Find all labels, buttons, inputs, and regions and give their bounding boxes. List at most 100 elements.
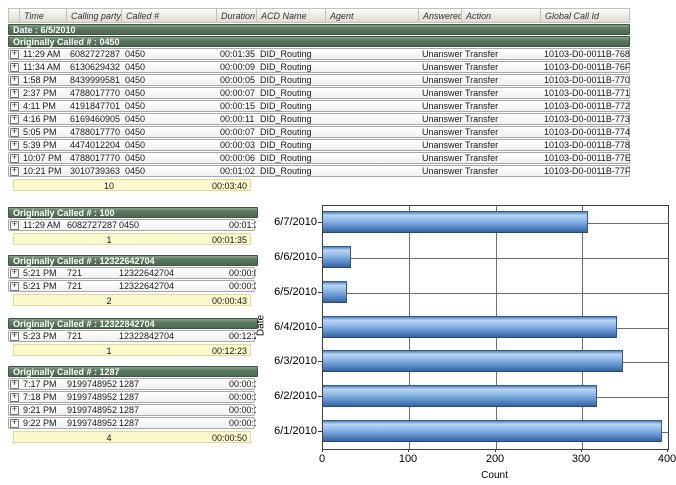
horizontal-gridline: [323, 258, 668, 259]
expand-cell: +: [9, 154, 21, 163]
chart-bar[interactable]: [323, 350, 623, 372]
chart-bar[interactable]: [323, 211, 588, 233]
table-row[interactable]: +5:23 PM7211232284270400:12:23: [8, 330, 255, 342]
cell-time: 9:22 PM: [21, 418, 65, 428]
cell-duration: 00:00:15: [218, 101, 258, 111]
y-axis-tick-mark: [318, 431, 322, 432]
cell-duration: 00:00:11: [218, 114, 258, 124]
x-axis-tick-label: 0: [319, 453, 325, 465]
x-axis-tick-label: 200: [486, 453, 504, 465]
cell-duration: 00:01:35: [227, 220, 256, 230]
chart-bar[interactable]: [323, 246, 351, 268]
table-row[interactable]: +10:21 PM3010739363045000:01:02DID_Routi…: [8, 165, 630, 177]
chart-plot-area: [322, 205, 669, 450]
x-axis-title: Count: [322, 470, 667, 481]
cell-time: 11:29 AM: [21, 49, 68, 59]
y-axis-tick-label: 6/5/2010: [255, 286, 317, 298]
table-row[interactable]: +9:22 PM9199748952128700:00:11: [8, 417, 255, 429]
cell-called: 0450: [123, 49, 218, 59]
cell-action: Transfer: [463, 140, 542, 150]
cell-action: Transfer: [463, 49, 542, 59]
cell-time: 1:58 PM: [21, 75, 68, 85]
column-header-acd-name[interactable]: ACD Name: [257, 8, 326, 23]
table-row[interactable]: +5:39 PM4474012204045000:00:03DID_Routin…: [8, 139, 630, 151]
column-header-global-call-id[interactable]: Global Call Id: [541, 8, 630, 23]
table-row[interactable]: +5:21 PM7211232264270400:00:09: [8, 267, 255, 279]
table-row[interactable]: +7:17 PM9199748952128700:00:13: [8, 378, 255, 390]
cell-acd-name: DID_Routing: [258, 153, 327, 163]
table-row[interactable]: +4:16 PM6169460905045000:00:11DID_Routin…: [8, 113, 630, 125]
table-row[interactable]: +11:29 AM6082727287045000:01:35: [8, 219, 255, 231]
expand-row-icon[interactable]: +: [10, 282, 19, 291]
call-group-section: Originally Called # : 1287+7:17 PM919974…: [8, 365, 258, 443]
expand-cell: +: [9, 380, 21, 389]
cell-duration: 00:00:13: [227, 379, 256, 389]
column-header-duration[interactable]: Duration: [217, 8, 257, 23]
cell-calling-party: 4788017770: [68, 127, 123, 137]
expand-row-icon[interactable]: +: [10, 76, 19, 85]
chart-bar[interactable]: [323, 420, 662, 442]
y-axis-tick-label: 6/7/2010: [255, 216, 317, 228]
column-header-calling-party[interactable]: Calling party #: [67, 8, 122, 23]
table-row[interactable]: +5:21 PM7211232264270400:00:34: [8, 280, 255, 292]
expand-row-icon[interactable]: +: [10, 332, 19, 341]
cell-acd-name: DID_Routing: [258, 140, 327, 150]
expand-cell: +: [9, 332, 21, 341]
expand-cell: +: [9, 50, 21, 59]
chart-bar[interactable]: [323, 385, 597, 407]
cell-duration: 00:00:12: [227, 392, 256, 402]
expand-row-icon[interactable]: +: [10, 419, 19, 428]
cell-called: 0450: [117, 220, 227, 230]
column-header-answered[interactable]: Answered: [419, 8, 462, 23]
x-axis-tick-label: 300: [572, 453, 590, 465]
expand-row-icon[interactable]: +: [10, 167, 19, 176]
column-header-agent[interactable]: Agent: [326, 8, 419, 23]
table-row[interactable]: +10:07 PM4788017770045000:00:06DID_Routi…: [8, 152, 630, 164]
expand-cell: +: [9, 282, 21, 291]
expand-row-icon[interactable]: +: [10, 128, 19, 137]
cell-acd-name: DID_Routing: [258, 62, 327, 72]
table-row[interactable]: +7:18 PM9199748952128700:00:12: [8, 391, 255, 403]
expand-row-icon[interactable]: +: [10, 141, 19, 150]
cell-global-call-id: 10103-D0-0011B-778: [542, 140, 631, 150]
table-row[interactable]: +9:21 PM9199748952128700:00:14: [8, 404, 255, 416]
column-header-time[interactable]: Time: [20, 8, 67, 23]
cell-time: 10:21 PM: [21, 166, 68, 176]
expand-row-icon[interactable]: +: [10, 102, 19, 111]
cell-global-call-id: 10103-D0-0011B-76F: [542, 62, 631, 72]
cell-calling-party: 6082727287: [65, 220, 117, 230]
cell-global-call-id: 10103-D0-0011B-768: [542, 49, 631, 59]
expand-cell: +: [9, 419, 21, 428]
cell-answered: Unanswered: [420, 101, 463, 111]
column-header-called[interactable]: Called #: [122, 8, 217, 23]
table-row[interactable]: +4:11 PM4191847701045000:00:15DID_Routin…: [8, 100, 630, 112]
expand-row-icon[interactable]: +: [10, 63, 19, 72]
y-axis-tick-mark: [318, 257, 322, 258]
expand-row-icon[interactable]: +: [10, 406, 19, 415]
table-row[interactable]: +1:58 PM8439999581045000:00:05DID_Routin…: [8, 74, 630, 86]
expand-row-icon[interactable]: +: [10, 380, 19, 389]
chart-bar[interactable]: [323, 316, 617, 338]
expand-row-icon[interactable]: +: [10, 115, 19, 124]
table-row[interactable]: +11:29 AM6082727287045000:01:35DID_Routi…: [8, 48, 630, 60]
expand-row-icon[interactable]: +: [10, 154, 19, 163]
cell-global-call-id: 10103-D0-0011B-770: [542, 75, 631, 85]
expand-row-icon[interactable]: +: [10, 89, 19, 98]
chart-bar[interactable]: [323, 281, 347, 303]
group-band: Originally Called # : 12322842704: [8, 318, 258, 329]
x-axis-tick-label: 400: [658, 453, 676, 465]
cell-calling-party: 721: [65, 281, 117, 291]
call-group-section: Originally Called # : 12322642704+5:21 P…: [8, 254, 258, 306]
expand-row-icon[interactable]: +: [10, 50, 19, 59]
call-report-page: Time Calling party # Called # Duration A…: [0, 0, 676, 485]
column-header-action[interactable]: Action: [462, 8, 541, 23]
cell-time: 5:05 PM: [21, 127, 68, 137]
table-row[interactable]: +5:05 PM4788017770045000:00:07DID_Routin…: [8, 126, 630, 138]
table-row[interactable]: +11:34 AM6130629432045000:00:09DID_Routi…: [8, 61, 630, 73]
expand-row-icon[interactable]: +: [10, 269, 19, 278]
cell-called: 12322842704: [117, 331, 227, 341]
table-row[interactable]: +2:37 PM4788017770045000:00:07DID_Routin…: [8, 87, 630, 99]
expand-row-icon[interactable]: +: [10, 221, 19, 230]
expand-row-icon[interactable]: +: [10, 393, 19, 402]
cell-calling-party: 3010739363: [68, 166, 123, 176]
